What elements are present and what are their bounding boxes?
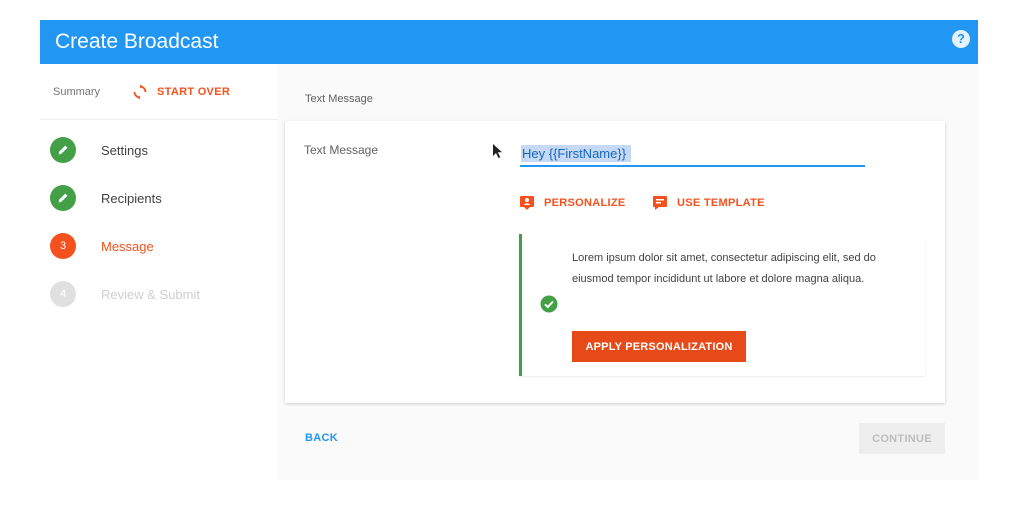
apply-personalization-button[interactable]: APPLY PERSONALIZATION <box>572 331 746 362</box>
message-card: Text Message PERSONALIZE USE TEMPLATE <box>285 121 945 403</box>
step-number-badge: 4 <box>50 281 76 307</box>
summary-row: Summary START OVER <box>40 64 278 120</box>
person-badge-icon <box>520 196 534 210</box>
step-label: Message <box>101 238 154 254</box>
text-message-input[interactable] <box>520 141 865 167</box>
text-message-label: Text Message <box>304 143 379 157</box>
step-label: Settings <box>101 142 148 158</box>
step-done-badge <box>50 137 76 163</box>
step-label: Review & Submit <box>101 286 200 302</box>
use-template-button[interactable]: USE TEMPLATE <box>652 193 765 213</box>
suggestion-text: Lorem ipsum dolor sit amet, consectetur … <box>572 252 876 285</box>
personalize-button[interactable]: PERSONALIZE <box>519 193 626 213</box>
step-review-submit: 4 Review & Submit <box>40 274 278 314</box>
continue-button: CONTINUE <box>859 423 945 454</box>
step-number-badge: 3 <box>50 233 76 259</box>
summary-label: Summary <box>53 86 101 98</box>
personalization-suggestion: Lorem ipsum dolor sit amet, consectetur … <box>519 234 925 376</box>
step-done-badge <box>50 185 76 211</box>
question-mark-icon[interactable]: ? <box>952 30 970 48</box>
sidebar: Summary START OVER Settings Recipients 3… <box>40 64 278 480</box>
top-bar: Create Broadcast ? <box>40 20 978 64</box>
pencil-icon <box>58 193 68 203</box>
step-recipients[interactable]: Recipients <box>40 178 278 218</box>
step-settings[interactable]: Settings <box>40 130 278 170</box>
app-window: Create Broadcast ? Summary START OVER Se… <box>40 20 978 480</box>
pencil-icon <box>58 145 68 155</box>
step-label: Recipients <box>101 190 162 206</box>
start-over-label: START OVER <box>157 86 231 98</box>
use-template-label: USE TEMPLATE <box>677 197 765 209</box>
start-over-button[interactable]: START OVER <box>132 81 230 103</box>
refresh-icon <box>133 84 147 100</box>
personalize-label: PERSONALIZE <box>544 197 626 209</box>
step-message[interactable]: 3 Message <box>40 226 278 266</box>
back-button[interactable]: BACK <box>305 432 338 444</box>
page-title: Create Broadcast <box>55 30 219 53</box>
section-title: Text Message <box>305 93 373 105</box>
mouse-cursor-icon <box>493 144 502 158</box>
template-icon <box>653 196 667 210</box>
check-circle-icon <box>540 295 558 313</box>
